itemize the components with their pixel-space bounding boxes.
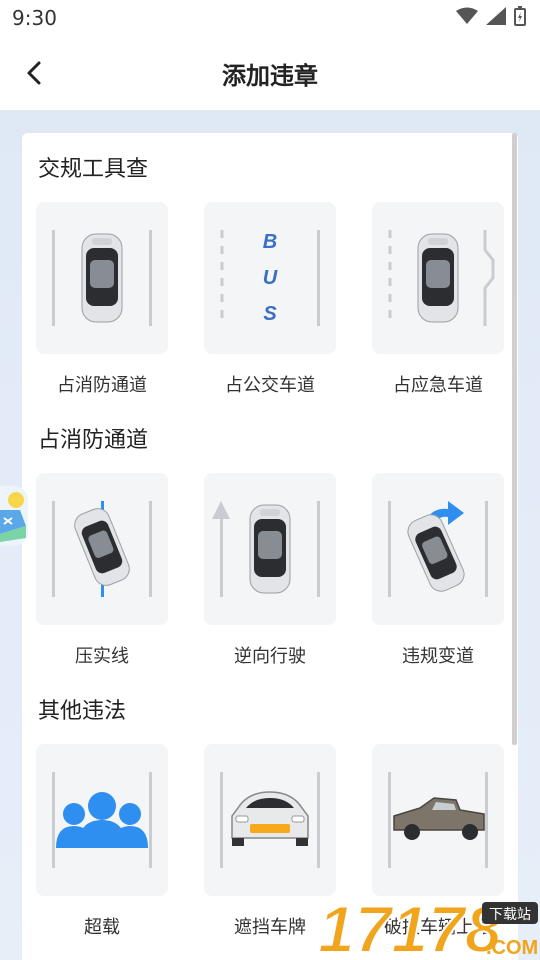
watermark-suffix: .COM <box>486 937 538 959</box>
tile-occupy-bus-lane[interactable]: B U S <box>204 202 336 354</box>
tile-overload[interactable] <box>36 744 168 896</box>
wifi-icon <box>456 7 478 24</box>
tile-wrong-way[interactable] <box>204 473 336 625</box>
wrong-way-driving-icon <box>212 501 320 597</box>
section-title-tools: 交规工具查 <box>38 157 149 182</box>
watermark-logo: 17178 .COM 下载站 <box>317 892 538 960</box>
page-title: 添加违章 <box>222 62 318 90</box>
bus-lane-icon: B U S <box>220 230 320 326</box>
tile-label: 占消防通道 <box>57 375 147 396</box>
emergency-lane-icon <box>388 230 495 326</box>
illegal-lane-change-icon <box>388 501 488 597</box>
sun-cloud-icon <box>0 492 26 542</box>
status-bar: 9:30 <box>0 0 540 36</box>
tile-crossing-solid-line[interactable] <box>36 473 168 625</box>
bus-lane-letter: S <box>263 303 277 325</box>
watermark-text: 17178 <box>318 892 502 960</box>
overload-people-icon <box>52 772 152 868</box>
app-bar: 添加违章 <box>0 36 540 110</box>
status-icons <box>456 6 526 26</box>
scrollbar[interactable] <box>512 133 517 745</box>
battery-icon <box>514 6 526 26</box>
tile-covered-plate[interactable] <box>204 744 336 896</box>
tile-occupy-fire-lane[interactable] <box>36 202 168 354</box>
bus-lane-letter: U <box>263 267 278 289</box>
covered-license-plate-icon <box>220 772 320 868</box>
status-time: 9:30 <box>12 6 57 30</box>
damaged-truck-icon <box>388 772 488 868</box>
tile-label: 超载 <box>84 917 120 938</box>
violation-card: 交规工具查 占消防通道 B U S 占公交车道 占应急车道 占消防通道 压实线 … <box>22 133 518 960</box>
crossing-solid-line-icon <box>52 501 152 597</box>
tile-damaged-vehicle[interactable] <box>372 744 504 896</box>
car-in-lane-icon <box>52 230 152 326</box>
tile-label: 占应急车道 <box>393 375 483 396</box>
tile-illegal-lane-change[interactable] <box>372 473 504 625</box>
bus-lane-letter: B <box>263 231 277 253</box>
watermark-badge: 下载站 <box>489 907 531 923</box>
tile-label: 逆向行驶 <box>234 646 306 667</box>
tile-label: 压实线 <box>75 646 129 667</box>
section-title-fire-lane: 占消防通道 <box>38 428 149 453</box>
signal-icon <box>486 7 506 25</box>
tile-label: 违规变道 <box>402 646 474 667</box>
tile-occupy-emergency-lane[interactable] <box>372 202 504 354</box>
floating-assistant-button[interactable] <box>0 486 28 546</box>
tile-label: 占公交车道 <box>225 375 315 396</box>
section-title-other: 其他违法 <box>38 699 127 724</box>
